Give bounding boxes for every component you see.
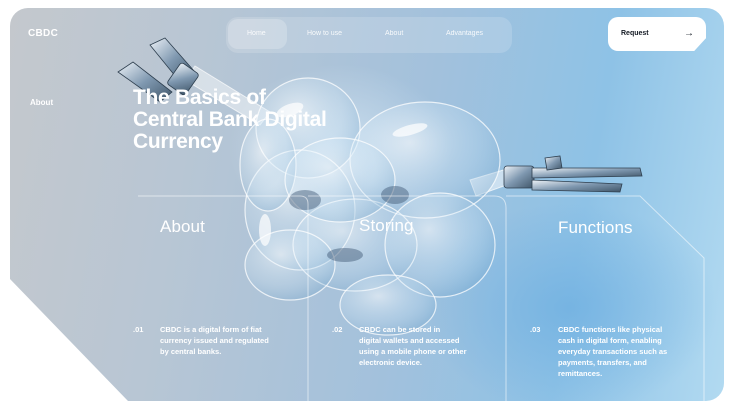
brand-logo[interactable]: CBDC [28, 28, 58, 39]
column-title-functions: Functions [558, 218, 633, 237]
text-line: by central banks. [160, 347, 222, 356]
column-title-about: About [160, 217, 205, 236]
text-line: CBDC is a digital form of fiat [160, 325, 262, 334]
text-line: everyday transactions such as [558, 347, 668, 356]
text-line: CBDC functions like physical [558, 325, 663, 334]
nav-item-home[interactable]: Home [247, 30, 266, 37]
column-text-functions: CBDC functions like physical cash in dig… [558, 324, 667, 379]
text-line: remittances. [558, 369, 603, 378]
text-line: currency issued and regulated [160, 336, 269, 345]
hero-title-line: Central Bank Digital [133, 108, 327, 131]
landing-page: CBDC Home How to use About Advantages Re… [0, 0, 735, 412]
hero-title-line: Currency [133, 130, 223, 153]
column-text-about: CBDC is a digital form of fiat currency … [160, 324, 269, 357]
side-link-about[interactable]: About [30, 98, 53, 107]
hero-title-line: The Basics of [133, 86, 266, 109]
text-line: cash in digital form, enabling [558, 336, 662, 345]
column-title-storing: Storing [359, 216, 414, 235]
text-line: using a mobile phone or other [359, 347, 467, 356]
column-number: .02 [332, 325, 343, 334]
text-line: electronic device. [359, 358, 422, 367]
column-number: .01 [133, 325, 144, 334]
request-button-label[interactable]: Request [621, 30, 649, 37]
text-line: digital wallets and accessed [359, 336, 460, 345]
hero-title: The Basics of Central Bank Digital Curre… [133, 87, 393, 153]
nav-item-advantages[interactable]: Advantages [446, 30, 483, 37]
arrow-right-icon[interactable]: → [684, 28, 694, 39]
column-number: .03 [530, 325, 541, 334]
column-text-storing: CBDC can be stored in digital wallets an… [359, 324, 467, 368]
nav-item-how-to-use[interactable]: How to use [307, 30, 342, 37]
nav-item-about[interactable]: About [385, 30, 403, 37]
text-line: payments, transfers, and [558, 358, 647, 367]
text-line: CBDC can be stored in [359, 325, 441, 334]
